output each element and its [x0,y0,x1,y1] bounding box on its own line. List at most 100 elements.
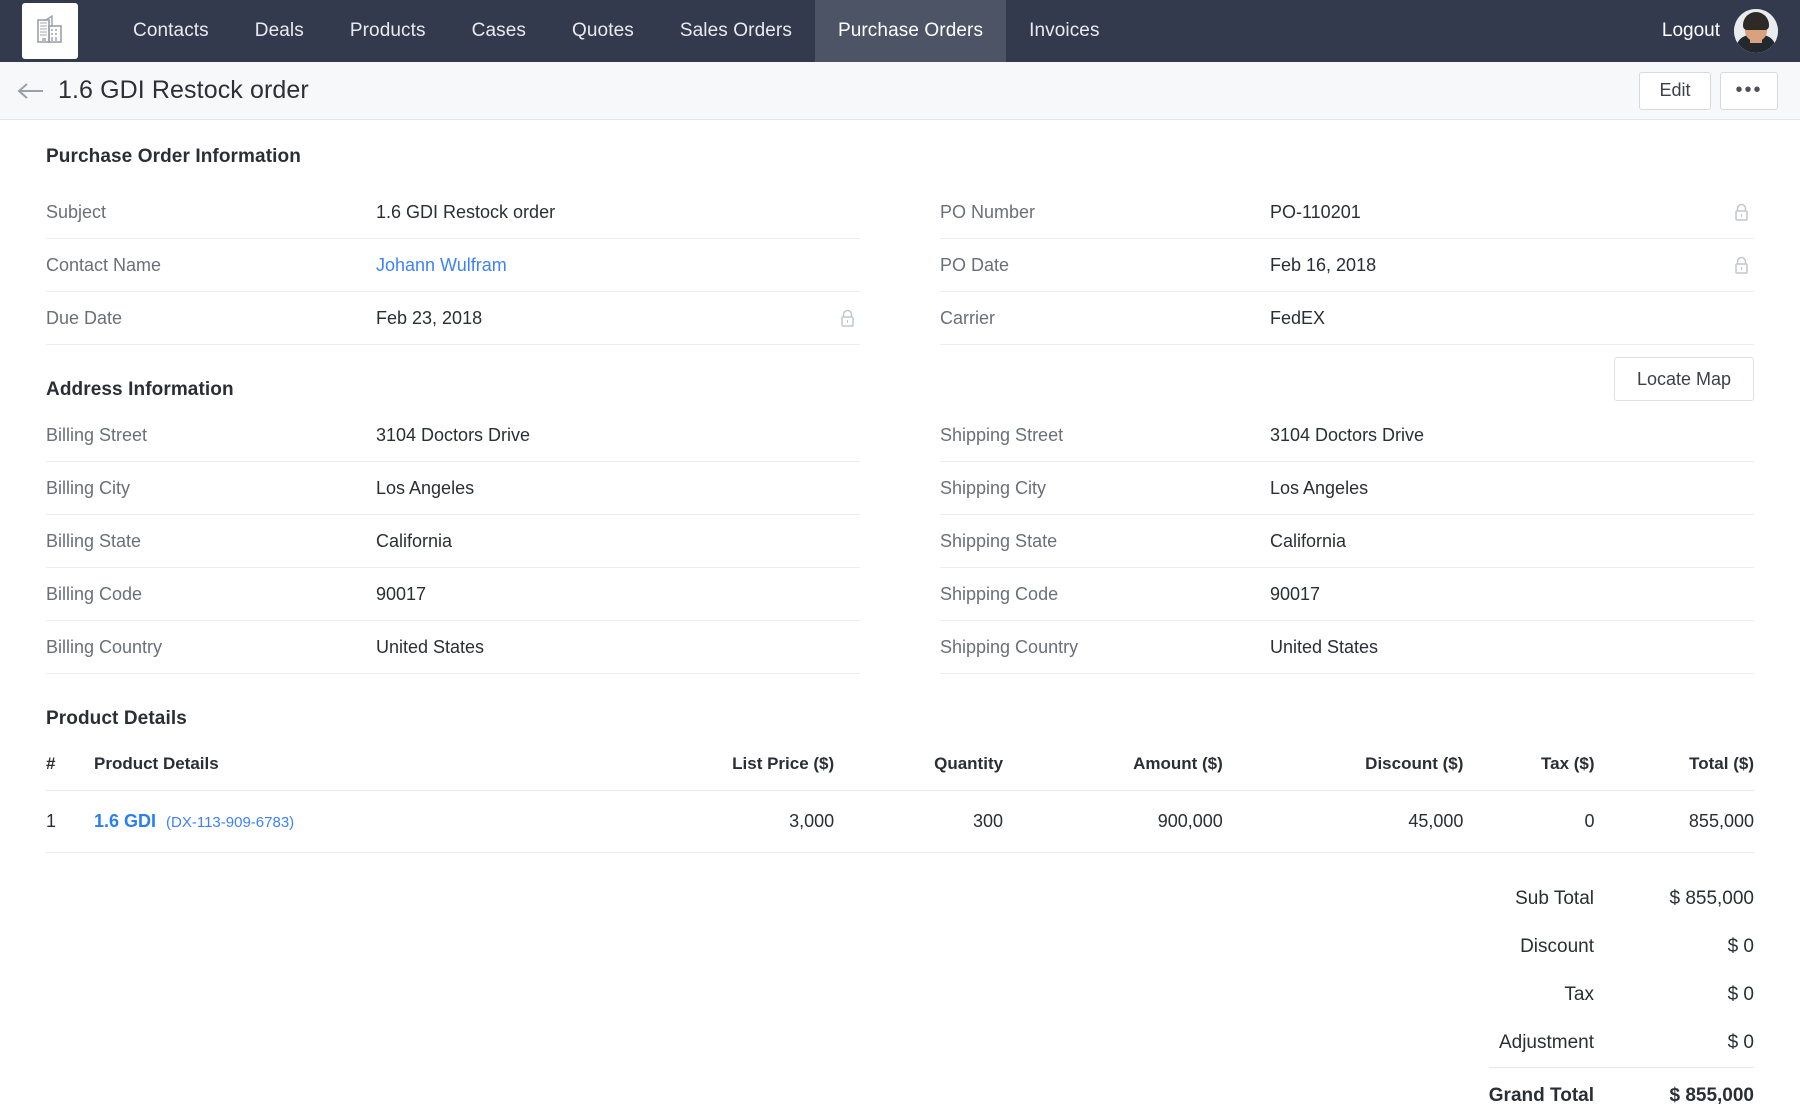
field-value: Los Angeles [376,478,860,499]
field-shipping-city: Shipping City Los Angeles [940,462,1754,515]
field-value: United States [1270,637,1754,658]
product-table-head: # Product Details List Price ($) Quantit… [46,754,1754,791]
avatar[interactable] [1734,9,1778,53]
totals-section: Sub Total $ 855,000 Discount $ 0 Tax $ 0… [46,875,1754,1120]
nav-right-group: Logout [1662,0,1800,62]
field-label: PO Number [940,202,1270,223]
field-due-date: Due Date Feb 23, 2018 [46,292,860,345]
product-table-body: 1 1.6 GDI(DX-113-909-6783) 3,000 300 900… [46,791,1754,853]
field-po-date: PO Date Feb 16, 2018 [940,239,1754,292]
total-label: Adjustment [1489,1019,1624,1068]
total-row-discount: Discount $ 0 [1489,923,1754,971]
field-value: 1.6 GDI Restock order [376,202,834,223]
field-value: 3104 Doctors Drive [376,425,860,446]
address-section-title-wrap: Address Information [46,379,900,401]
top-navigation-bar: Contacts Deals Products Cases Quotes Sal… [0,0,1800,62]
field-label: Due Date [46,308,376,329]
column-header-amount: Amount ($) [1003,754,1223,791]
field-value: PO-110201 [1270,202,1728,223]
nav-item-deals[interactable]: Deals [232,0,327,62]
field-billing-code: Billing Code 90017 [46,568,860,621]
product-name-link[interactable]: 1.6 GDI [94,811,156,831]
nav-item-contacts[interactable]: Contacts [110,0,232,62]
cell-amount: 900,000 [1003,791,1223,853]
field-shipping-street: Shipping Street 3104 Doctors Drive [940,409,1754,462]
total-value: $ 855,000 [1624,875,1754,923]
nav-item-sales-orders[interactable]: Sales Orders [657,0,815,62]
total-label: Tax [1489,971,1624,1019]
edit-button[interactable]: Edit [1639,72,1711,110]
product-code-link[interactable]: (DX-113-909-6783) [166,814,294,831]
nav-item-products[interactable]: Products [327,0,449,62]
total-row-adjustment: Adjustment $ 0 [1489,1019,1754,1068]
section-title-purchase-order-information: Purchase Order Information [46,146,860,168]
total-label: Sub Total [1489,875,1624,923]
nav-item-label: Quotes [572,20,634,42]
app-logo[interactable] [22,3,78,59]
field-carrier: Carrier FedEX [940,292,1754,345]
field-value: 90017 [376,584,860,605]
office-building-icon [33,12,67,51]
nav-items: Contacts Deals Products Cases Quotes Sal… [110,0,1123,62]
arrow-left-icon[interactable] [14,74,48,108]
total-value: $ 0 [1624,923,1754,971]
field-billing-street: Billing Street 3104 Doctors Drive [46,409,860,462]
cell-product: 1.6 GDI (DX-113-909-6783) [94,791,584,853]
shipping-address-column: Shipping Street 3104 Doctors Drive Shipp… [900,409,1754,674]
field-subject: Subject 1.6 GDI Restock order [46,186,860,239]
nav-item-invoices[interactable]: Invoices [1006,0,1123,62]
cell-list-price: 3,000 [584,791,834,853]
total-row-sub-total: Sub Total $ 855,000 [1489,875,1754,923]
field-value: United States [376,637,860,658]
field-shipping-country: Shipping Country United States [940,621,1754,674]
field-shipping-state: Shipping State California [940,515,1754,568]
cell-index: 1 [46,791,94,853]
total-label: Grand Total [1489,1068,1624,1120]
nav-item-quotes[interactable]: Quotes [549,0,657,62]
nav-item-label: Cases [472,20,526,42]
nav-item-purchase-orders[interactable]: Purchase Orders [815,0,1006,62]
nav-item-label: Sales Orders [680,20,792,42]
column-header-discount: Discount ($) [1223,754,1464,791]
lock-icon [1728,203,1754,222]
field-contact-name: Contact Name Johann Wulfram [46,239,860,292]
contact-name-link[interactable]: Johann Wulfram [376,255,834,276]
cell-discount: 45,000 [1223,791,1464,853]
totals-table: Sub Total $ 855,000 Discount $ 0 Tax $ 0… [1489,875,1754,1120]
field-label: Contact Name [46,255,376,276]
field-value: California [376,531,860,552]
field-label: Shipping Street [940,425,1270,446]
field-value: Feb 16, 2018 [1270,255,1728,276]
field-label: PO Date [940,255,1270,276]
po-info-right-column: . PO Number PO-110201 PO Date Feb 16, 20… [900,146,1754,345]
column-header-index: # [46,754,94,791]
locate-map-button[interactable]: Locate Map [1614,357,1754,401]
field-label: Shipping Country [940,637,1270,658]
billing-address-column: Billing Street 3104 Doctors Drive Billin… [46,409,900,674]
field-billing-city: Billing City Los Angeles [46,462,860,515]
field-label: Billing City [46,478,376,499]
nav-item-label: Purchase Orders [838,20,983,42]
field-label: Shipping City [940,478,1270,499]
field-value: California [1270,531,1754,552]
field-value: 3104 Doctors Drive [1270,425,1754,446]
cell-total: 855,000 [1595,791,1754,853]
logout-button[interactable]: Logout [1662,20,1720,42]
column-header-quantity: Quantity [834,754,1003,791]
lock-icon [1728,256,1754,275]
more-actions-button[interactable]: ••• [1720,72,1778,110]
titlebar-actions: Edit ••• [1639,72,1778,110]
field-label: Shipping State [940,531,1270,552]
nav-item-cases[interactable]: Cases [449,0,549,62]
address-information-section: Billing Street 3104 Doctors Drive Billin… [46,409,1754,674]
field-label: Shipping Code [940,584,1270,605]
field-label: Billing Country [46,637,376,658]
section-title-product-details: Product Details [46,708,1754,730]
total-value: $ 855,000 [1624,1068,1754,1120]
column-header-product-details: Product Details [94,754,584,791]
product-details-table: # Product Details List Price ($) Quantit… [46,754,1754,853]
total-row-tax: Tax $ 0 [1489,971,1754,1019]
po-info-left-column: Purchase Order Information Subject 1.6 G… [46,146,900,345]
product-table-header-row: # Product Details List Price ($) Quantit… [46,754,1754,791]
table-row: 1 1.6 GDI(DX-113-909-6783) 3,000 300 900… [46,791,1754,853]
